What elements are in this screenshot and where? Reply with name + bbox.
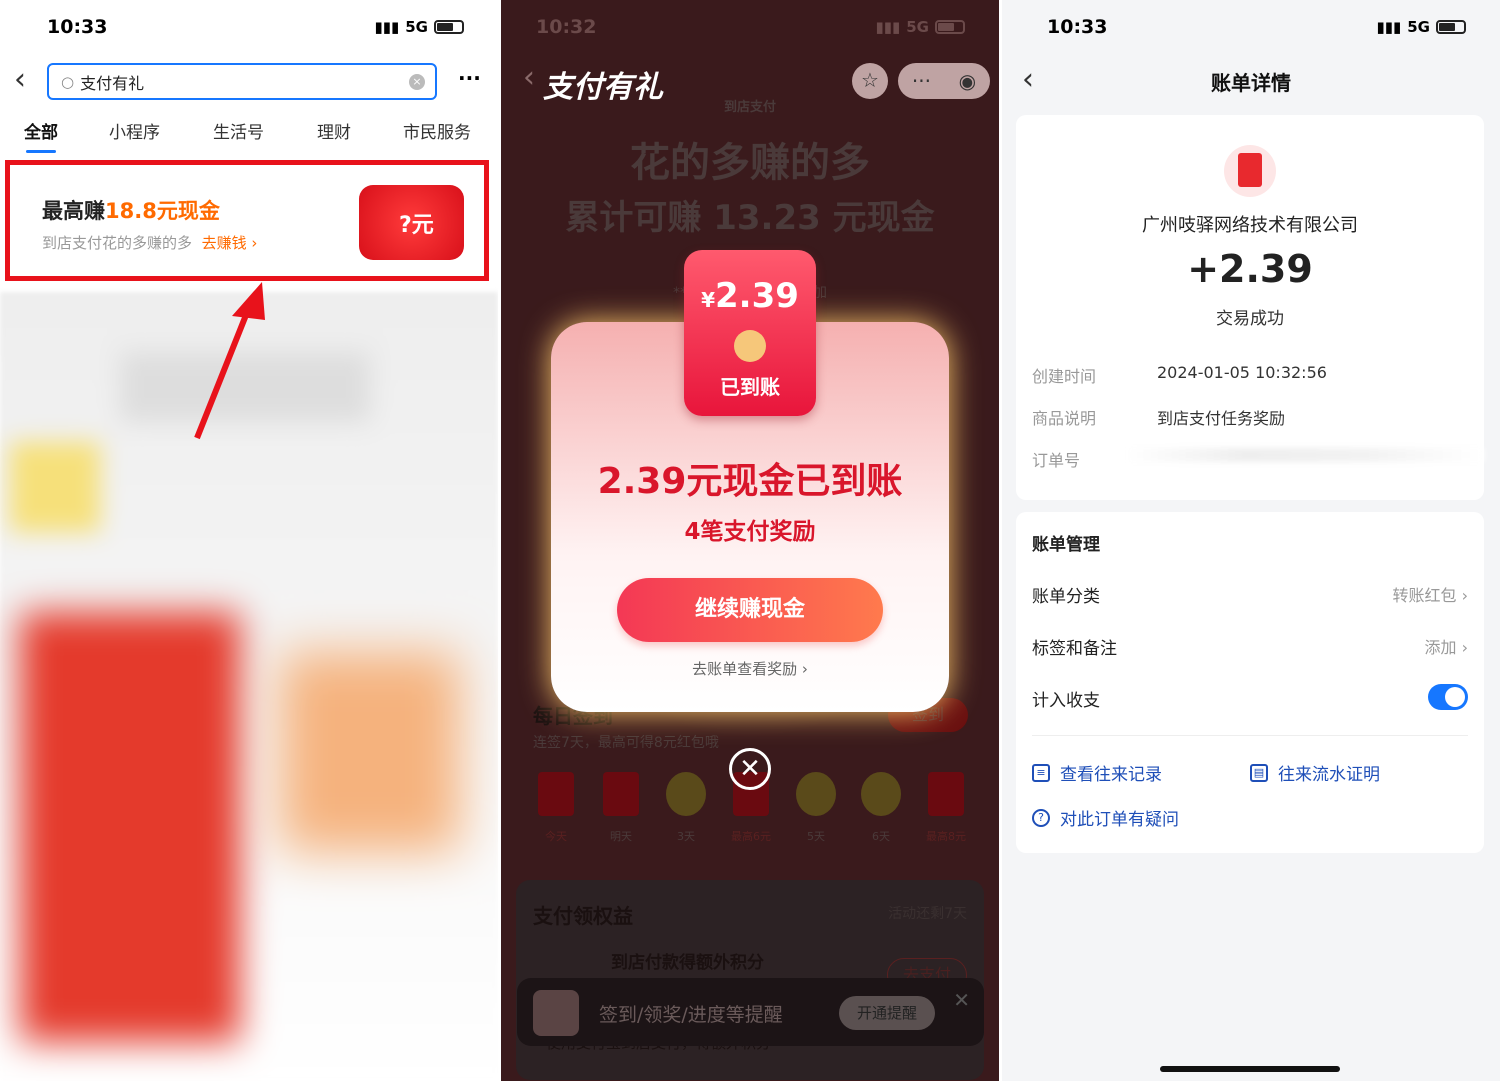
envelope-seal-icon [734, 330, 766, 362]
red-envelope: ¥2.39 已到账 [684, 250, 816, 416]
reward-screen: 10:32 ▮▮▮ 5G ‹ 支付有礼 ☆ ··· ◉ 到店支付 花的多赚的多 累… [501, 0, 999, 1081]
bill-detail-screen: 10:33 ▮▮▮ 5G ‹ 账单详情 广州吱驿网络技术有限公司 +2.39 交… [1002, 0, 1500, 1081]
favorite-star-icon[interactable]: ☆ [852, 63, 888, 99]
bg-tag: 到店支付 [723, 100, 776, 115]
modal-sub: 4笔支付奖励 [684, 519, 816, 545]
divider [1032, 735, 1468, 736]
annotation-arrow [194, 282, 265, 440]
benefit-title: 支付领权益 [533, 904, 633, 928]
history-link[interactable]: ≡ 查看往来记录 [1032, 760, 1162, 785]
back-icon[interactable]: ‹ [523, 60, 535, 95]
close-target-icon[interactable]: ◉ [959, 69, 976, 93]
record-icon: ≡ [1032, 763, 1050, 782]
day-item: 3天 [661, 772, 711, 844]
bg-headline: 花的多赚的多 [630, 140, 870, 186]
more-icon[interactable]: ··· [912, 69, 931, 93]
merchant-name: 广州吱驿网络技术有限公司 [1142, 215, 1358, 236]
order-number-redacted [1126, 448, 1484, 462]
battery-icon [1436, 20, 1466, 34]
search-screen: 10:33 ▮▮▮ 5G ‹ ○ 支付有礼 × ··· 全部 小程序 生活号 理… [0, 0, 498, 1081]
bg-sub: 累计可赚 13.23 元现金 [565, 198, 935, 238]
page-title: 账单详情 [1211, 71, 1291, 95]
reminder-toast: 签到/领奖/进度等提醒 开通提醒 ✕ [517, 978, 984, 1046]
continue-earn-button[interactable]: 继续赚现金 [617, 578, 883, 642]
status-bar: 10:33 ▮▮▮ 5G [1002, 14, 1500, 44]
day-item: 今天 [531, 772, 581, 844]
statement-link[interactable]: ▤ 往来流水证明 [1250, 760, 1380, 785]
question-link[interactable]: ? 对此订单有疑问 [1032, 805, 1179, 830]
day-item: 最高8元 [921, 772, 971, 844]
home-indicator [1160, 1066, 1340, 1072]
count-toggle[interactable] [1428, 684, 1468, 710]
close-icon[interactable]: ✕ [729, 748, 771, 790]
bill-manage-card: 账单管理 账单分类 转账红包 › 标签和备注 添加 › 计入收支 ≡ 查看往来记录 ▤… [1016, 512, 1484, 853]
day-item: 明天 [596, 772, 646, 844]
envelope-amount: ¥2.39 [701, 276, 799, 316]
capsule-menu[interactable]: ··· ◉ [898, 63, 990, 99]
category-row[interactable]: 账单分类 转账红包 › [1032, 582, 1468, 607]
detail-row: 商品说明 到店支付任务奖励 [1032, 409, 1286, 428]
question-icon: ? [1032, 808, 1050, 827]
detail-row: 订单号 [1032, 451, 1081, 470]
detail-row: 创建时间 2024-01-05 10:32:56 [1032, 363, 1327, 386]
day-item: 6天 [856, 772, 906, 844]
view-bill-link[interactable]: 去账单查看奖励 › [551, 658, 949, 679]
amount: +2.39 [1187, 247, 1313, 291]
bill-summary-card: 广州吱驿网络技术有限公司 +2.39 交易成功 创建时间 2024-01-05 1… [1016, 115, 1484, 500]
red-envelope-icon [1224, 145, 1276, 197]
count-row: 计入收支 [1032, 684, 1468, 711]
envelope-label: 已到账 [720, 375, 780, 399]
toast-text: 签到/领奖/进度等提醒 [599, 1004, 783, 1026]
status-bar: 10:32 ▮▮▮ 5G [501, 14, 999, 44]
benefit-item: 到店付款得额外积分 [611, 953, 764, 973]
day-item: 5天 [791, 772, 841, 844]
enable-reminder-button[interactable]: 开通提醒 [839, 996, 935, 1030]
benefit-remaining: 活动还剩7天 [888, 906, 967, 922]
status: 交易成功 [1216, 309, 1284, 329]
close-icon[interactable]: ✕ [953, 988, 970, 1012]
tag-row[interactable]: 标签和备注 添加 › [1032, 634, 1468, 659]
battery-icon [935, 20, 965, 34]
app-icon [533, 990, 579, 1036]
manage-title: 账单管理 [1032, 535, 1100, 555]
modal-heading: 2.39元现金已到账 [597, 461, 903, 502]
document-icon: ▤ [1250, 763, 1268, 782]
